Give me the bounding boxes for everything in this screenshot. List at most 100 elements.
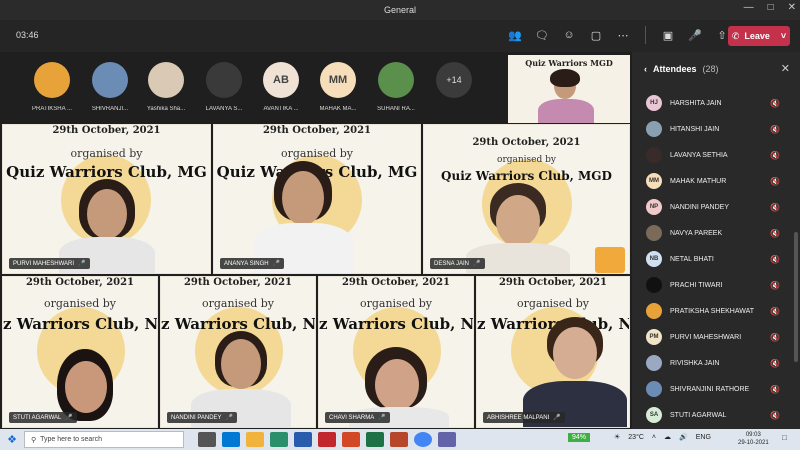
attendee-name: LAVANYA SETHIA bbox=[670, 151, 728, 159]
nameplate: DESNA JAIN 🎤 bbox=[430, 258, 485, 269]
list-item[interactable]: NAVYA PAREEK 🔇 bbox=[632, 220, 800, 246]
avatar bbox=[148, 62, 184, 98]
more-participants[interactable]: +14 bbox=[424, 62, 484, 98]
chevron-down-icon[interactable]: ˅ bbox=[781, 31, 786, 41]
participant-name: DESNA JAIN bbox=[434, 260, 470, 267]
presenter-banner: Quiz Warriors MGD bbox=[525, 58, 613, 68]
person-head bbox=[375, 359, 419, 411]
list-item[interactable]: MM MAHAK MATHUR 🔇 bbox=[632, 168, 800, 194]
battery-indicator[interactable]: 94% bbox=[568, 433, 591, 442]
tray-chevron-icon[interactable]: ˄ bbox=[652, 434, 656, 441]
strip-participant[interactable]: AB AVANTIKA ... bbox=[251, 62, 311, 112]
attendee-name: PURVI MAHESHWARI bbox=[670, 333, 742, 341]
video-tile[interactable]: 29th October, 2021 organised by z Warrio… bbox=[476, 276, 630, 428]
rooms-icon[interactable]: ▢ bbox=[587, 26, 605, 44]
mcafee-icon[interactable] bbox=[318, 432, 336, 447]
strip-participant[interactable]: MM MAHAK MA... bbox=[308, 62, 368, 112]
avatar: AB bbox=[263, 62, 299, 98]
presenter-tile[interactable]: Quiz Warriors MGD bbox=[508, 55, 630, 123]
powerpoint-icon[interactable] bbox=[390, 432, 408, 447]
office-icon[interactable] bbox=[342, 432, 360, 447]
strip-participant[interactable]: SUHANI RA... bbox=[366, 62, 426, 112]
attendee-name: HITANSHI JAIN bbox=[670, 125, 720, 133]
minimize-icon[interactable]: — bbox=[744, 2, 754, 13]
tile-org: organised by bbox=[497, 155, 556, 165]
chrome-icon[interactable] bbox=[414, 432, 432, 447]
maximize-icon[interactable]: □ bbox=[768, 2, 774, 13]
avatar: PM bbox=[646, 329, 662, 345]
video-tile[interactable]: 29th October, 2021 organised by z Warrio… bbox=[160, 276, 316, 428]
list-item[interactable]: RIVISHKA JAIN 🔇 bbox=[632, 350, 800, 376]
windows-start-icon[interactable]: ❖ bbox=[0, 429, 24, 450]
avatar bbox=[646, 355, 662, 371]
video-tile[interactable]: 29th October, 2021 organised by z Warrio… bbox=[2, 276, 158, 428]
avatar bbox=[646, 121, 662, 137]
file-explorer-icon[interactable] bbox=[246, 432, 264, 447]
task-view-icon[interactable] bbox=[198, 432, 216, 447]
video-tile[interactable]: 29th October, 2021 organised by Quiz War… bbox=[213, 124, 421, 274]
strip-participant[interactable]: SHIVRANJI... bbox=[80, 62, 140, 112]
list-item[interactable]: SHIVRANJINI RATHORE 🔇 bbox=[632, 376, 800, 402]
mic-muted-icon: 🔇 bbox=[770, 358, 780, 368]
participants-icon[interactable]: 👥 bbox=[506, 26, 524, 44]
reactions-icon[interactable]: ☺ bbox=[560, 26, 578, 44]
close-window-icon[interactable]: ✕ bbox=[788, 2, 796, 13]
avatar: MM bbox=[646, 173, 662, 189]
attendees-header: ‹ Attendees (28) bbox=[632, 52, 800, 86]
store-icon[interactable] bbox=[270, 432, 288, 447]
back-chevron-icon[interactable]: ‹ bbox=[644, 64, 647, 74]
mic-muted-icon: 🔇 bbox=[770, 124, 780, 134]
more-actions-icon[interactable]: ⋯ bbox=[614, 26, 632, 44]
strip-participant[interactable]: Yashika Sha... bbox=[136, 62, 196, 112]
list-item[interactable]: PM PURVI MAHESHWARI 🔇 bbox=[632, 324, 800, 350]
clock[interactable]: 09:03 29-10-2021 bbox=[738, 431, 769, 447]
more-participants-button[interactable]: +14 bbox=[436, 62, 472, 98]
excel-icon[interactable] bbox=[366, 432, 384, 447]
list-item[interactable]: SA STUTI AGARWAL 🔇 bbox=[632, 402, 800, 428]
attendee-name: MAHAK MATHUR bbox=[670, 177, 727, 185]
notifications-icon[interactable]: □ bbox=[782, 433, 787, 442]
search-box[interactable]: ⚲ Type here to search bbox=[24, 431, 184, 448]
network-icon[interactable]: ☁ bbox=[664, 433, 671, 441]
system-tray: ☀ 23°C ˄ ☁ 🔊 ENG bbox=[614, 433, 711, 442]
video-tile[interactable]: 29th October, 2021 organised by Quiz War… bbox=[423, 124, 630, 274]
participant-name: LAVANYA S... bbox=[205, 106, 243, 112]
list-item[interactable]: HJ HARSHITA JAIN 🔇 bbox=[632, 90, 800, 116]
leave-button[interactable]: ✆ Leave ˅ bbox=[728, 26, 790, 46]
video-tile[interactable]: 29th October, 2021 organised by z Warrio… bbox=[318, 276, 474, 428]
mic-muted-icon: 🔇 bbox=[770, 306, 780, 316]
list-item[interactable]: HITANSHI JAIN 🔇 bbox=[632, 116, 800, 142]
teams-icon[interactable] bbox=[438, 432, 456, 447]
weather-icon: ☀ bbox=[614, 434, 621, 441]
list-item[interactable]: PRATIKSHA SHEKHAWAT 🔇 bbox=[632, 298, 800, 324]
attendees-count: (28) bbox=[702, 64, 719, 74]
presenter-hair bbox=[550, 69, 580, 87]
list-item[interactable]: LAVANYA SETHIA 🔇 bbox=[632, 142, 800, 168]
person-head bbox=[496, 195, 540, 247]
attendees-title: Attendees bbox=[653, 64, 697, 74]
phone-icon: ✆ bbox=[731, 30, 740, 41]
camera-icon[interactable]: ▣ bbox=[659, 26, 677, 44]
volume-icon[interactable]: 🔊 bbox=[679, 433, 688, 441]
microphone-icon[interactable]: 🎤 bbox=[686, 26, 704, 44]
edge-icon[interactable] bbox=[222, 432, 240, 447]
word-icon[interactable] bbox=[294, 432, 312, 447]
list-item[interactable]: NB NETAL BHATI 🔇 bbox=[632, 246, 800, 272]
tile-club: Quiz Warriors Club, MGD bbox=[441, 169, 612, 183]
scrollbar[interactable] bbox=[794, 232, 798, 362]
mic-muted-icon: 🔇 bbox=[770, 98, 780, 108]
mic-muted-icon: 🔇 bbox=[770, 176, 780, 186]
strip-participant[interactable]: PRATIKSHA ... bbox=[22, 62, 82, 112]
nameplate: NANDINI PANDEY 🎤 bbox=[167, 412, 238, 423]
list-item[interactable]: PRACHI TIWARI 🔇 bbox=[632, 272, 800, 298]
list-item[interactable]: NP NANDINI PANDEY 🔇 bbox=[632, 194, 800, 220]
language-indicator[interactable]: ENG bbox=[696, 434, 711, 441]
chat-icon[interactable]: 🗨 bbox=[533, 26, 551, 44]
avatar: NP bbox=[646, 199, 662, 215]
close-icon[interactable]: ✕ bbox=[781, 62, 790, 75]
weather-temp[interactable]: 23°C bbox=[628, 434, 644, 441]
avatar: MM bbox=[320, 62, 356, 98]
tile-org: organised by bbox=[359, 297, 433, 310]
video-tile[interactable]: 29th October, 2021 organised by Quiz War… bbox=[2, 124, 211, 274]
strip-participant[interactable]: LAVANYA S... bbox=[194, 62, 254, 112]
